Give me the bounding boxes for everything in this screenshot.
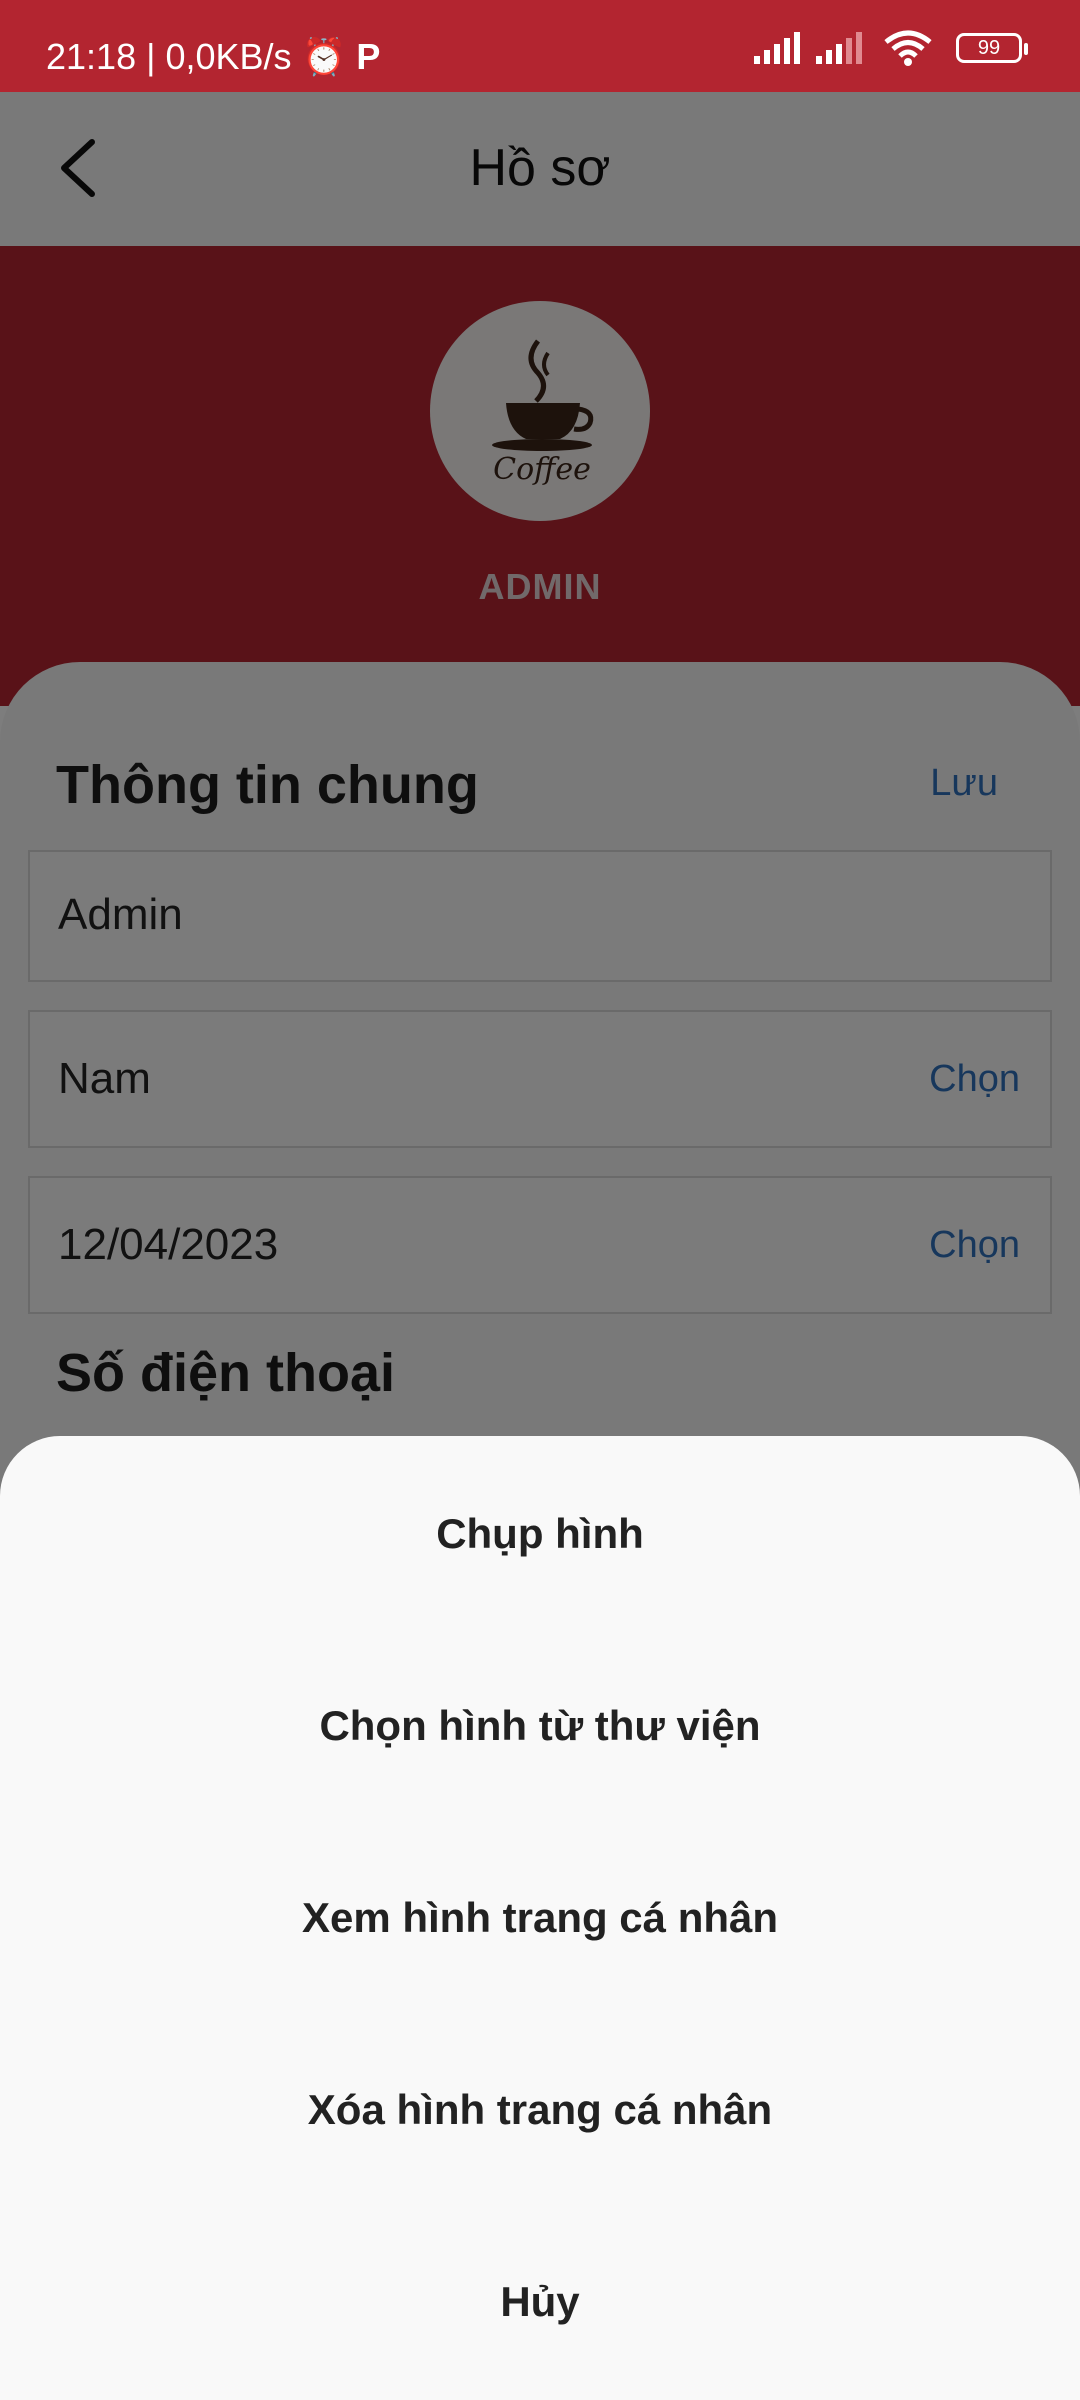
battery-level: 99 [977, 36, 1001, 59]
signal-icon [816, 32, 862, 64]
action-sheet: Chụp hình Chọn hình từ thư viện Xem hình… [0, 1436, 1080, 2400]
alarm-icon: ⏰ [301, 36, 347, 77]
p-icon: P [356, 36, 381, 77]
view-profile-photo-button[interactable]: Xem hình trang cá nhân [0, 1858, 1080, 1978]
battery-icon: 99 [956, 33, 1028, 63]
delete-profile-photo-button[interactable]: Xóa hình trang cá nhân [0, 2050, 1080, 2170]
wifi-icon [884, 30, 932, 66]
choose-from-library-button[interactable]: Chọn hình từ thư viện [0, 1666, 1080, 1786]
status-time: 21:18 | 0,0KB/s [46, 36, 292, 77]
cancel-button[interactable]: Hủy [0, 2242, 1080, 2362]
status-left: 21:18 | 0,0KB/s ⏰ P [46, 36, 380, 78]
take-photo-button[interactable]: Chụp hình [0, 1474, 1080, 1594]
status-right: 99 [754, 30, 1028, 66]
signal-icon [754, 32, 800, 64]
status-bar: 21:18 | 0,0KB/s ⏰ P 99 [0, 0, 1080, 92]
